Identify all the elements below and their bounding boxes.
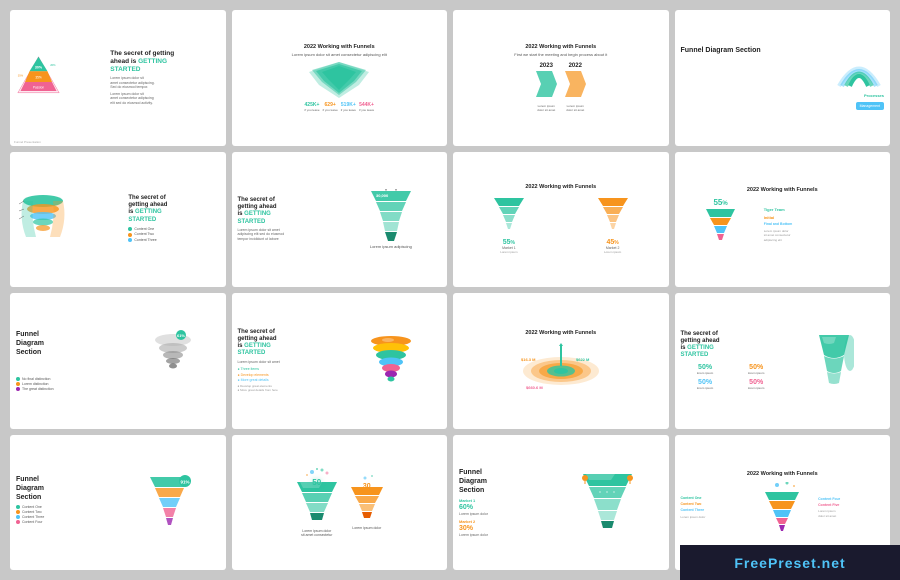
slide-13-title: FunnelDiagramSection bbox=[16, 475, 116, 502]
slide-16-title: 2022 Working with Funnels bbox=[747, 471, 818, 478]
watermark-suffix: .net bbox=[817, 555, 846, 571]
slide-7-title: 2022 Working with Funnels bbox=[525, 184, 596, 191]
slide-footer: Funnel Presentation bbox=[14, 140, 41, 144]
svg-text:$622 M: $622 M bbox=[576, 357, 590, 362]
slide-13: FunnelDiagramSection Content One Content… bbox=[10, 435, 226, 571]
watermark: FreePreset.net bbox=[680, 545, 900, 580]
svg-text:20%: 20% bbox=[50, 63, 56, 67]
slide-2: 2022 Working with Funnels Lorem ipsum do… bbox=[232, 10, 448, 146]
watermark-highlight: Preset bbox=[768, 555, 817, 571]
slide-4-title: Funnel Diagram Section bbox=[681, 46, 781, 55]
slide-1: 30% 35% Passion 20% 35% The secret of ge… bbox=[10, 10, 226, 146]
slide-3: 2022 Working with Funnels First we start… bbox=[453, 10, 669, 146]
slide-5-title: The secret ofgetting aheadis GETTINGSTAR… bbox=[128, 195, 219, 224]
slide-6: The secret ofgetting aheadis GETTINGSTAR… bbox=[232, 152, 448, 288]
slide-9-title: FunnelDiagramSection bbox=[16, 330, 125, 375]
svg-text:30%: 30% bbox=[35, 66, 43, 70]
watermark-prefix: Free bbox=[734, 555, 768, 571]
slide-11: 2022 Working with Funnels $16.3 M $622 M… bbox=[453, 293, 669, 429]
svg-text:$660.6 M: $660.6 M bbox=[526, 385, 543, 390]
slide-14: 50 Lorem ipsum dolorsit amet consectetur… bbox=[232, 435, 448, 571]
slide-15: FunnelDiagramSection Market 1 60% Lorem … bbox=[453, 435, 669, 571]
slide-4: Funnel Diagram Section Processes Managem… bbox=[675, 10, 891, 146]
slide-12: The secret ofgetting aheadis GETTINGSTAR… bbox=[675, 293, 891, 429]
slide-3-title: 2022 Working with Funnels bbox=[525, 44, 596, 51]
slide-grid: 30% 35% Passion 20% 35% The secret of ge… bbox=[0, 0, 900, 580]
svg-text:91%: 91% bbox=[180, 479, 189, 484]
slide-3-subtitle: First we start the meeting and begin pro… bbox=[514, 52, 607, 57]
svg-text:35%: 35% bbox=[18, 74, 24, 78]
slide-9: FunnelDiagramSection 61% No final distin… bbox=[10, 293, 226, 429]
slide-15-title: FunnelDiagramSection bbox=[459, 468, 550, 495]
svg-text:$16.3 M: $16.3 M bbox=[521, 357, 536, 362]
slide-12-title: The secret ofgetting aheadis GETTINGSTAR… bbox=[681, 331, 781, 360]
slide-6-title: The secret ofgetting aheadis GETTINGSTAR… bbox=[238, 197, 338, 226]
slide-10: The secret ofgetting aheadis GETTINGSTAR… bbox=[232, 293, 448, 429]
slide-7: 2022 Working with Funnels 55% Market 1 L… bbox=[453, 152, 669, 288]
slide-2-subtitle: Lorem ipsum dolor sit amet consectetur a… bbox=[238, 52, 442, 57]
svg-text:61%: 61% bbox=[177, 333, 185, 338]
slide-11-title: 2022 Working with Funnels bbox=[525, 330, 596, 337]
watermark-text: FreePreset.net bbox=[734, 555, 845, 571]
slide-2-title: 2022 Working with Funnels bbox=[238, 44, 442, 51]
slide-8-title: 2022 Working with Funnels bbox=[747, 187, 818, 194]
svg-text:Passion: Passion bbox=[33, 86, 44, 90]
slide-10-title: The secret ofgetting aheadis GETTINGSTAR… bbox=[238, 329, 338, 358]
svg-text:30,000: 30,000 bbox=[376, 193, 389, 198]
slide-8: 2022 Working with Funnels 55% Tiger Team… bbox=[675, 152, 891, 288]
slide-5: The secret ofgetting aheadis GETTINGSTAR… bbox=[10, 152, 226, 288]
svg-text:35%: 35% bbox=[35, 76, 41, 80]
